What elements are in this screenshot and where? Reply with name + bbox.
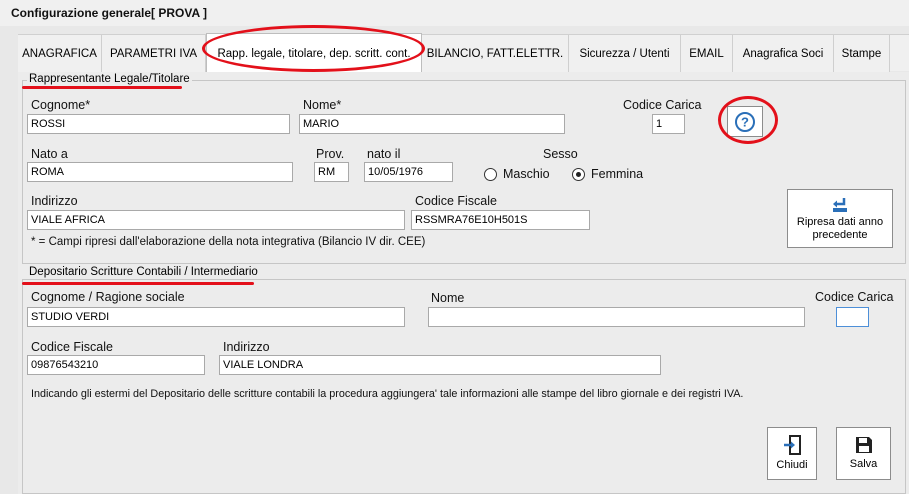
tab-bilancio[interactable]: BILANCIO, FATT.ELETTR. — [422, 35, 569, 72]
tab-parametri-iva[interactable]: PARAMETRI IVA — [102, 35, 206, 72]
maschio-label: Maschio — [503, 167, 550, 181]
nato-a-label: Nato a — [31, 147, 68, 161]
highlight-oval-help — [718, 96, 778, 144]
save-button[interactable]: Salva — [836, 427, 891, 480]
highlight-oval-tab — [202, 25, 425, 72]
femmina-radio[interactable] — [572, 168, 585, 181]
dep-indirizzo-label: Indirizzo — [223, 340, 270, 354]
note-text: * = Campi ripresi dall'elaborazione dell… — [31, 236, 426, 248]
codice-carica-label: Codice Carica — [623, 98, 702, 112]
indirizzo-input[interactable] — [27, 210, 405, 230]
dep-codice-fiscale-label: Codice Fiscale — [31, 340, 113, 354]
nato-a-input[interactable] — [27, 162, 293, 182]
indirizzo-label: Indirizzo — [31, 194, 78, 208]
nato-il-input[interactable] — [364, 162, 453, 182]
window-titlebar: Configurazione generale [ PROVA ] — [0, 0, 909, 26]
femmina-label: Femmina — [591, 167, 644, 181]
company-name: [ PROVA ] — [151, 6, 207, 20]
highlight-underline-depositario — [22, 282, 254, 285]
codice-fiscale-input[interactable] — [411, 210, 590, 230]
ripresa-dati-button[interactable]: Ripresa dati anno precedente — [787, 189, 893, 248]
ragione-sociale-input[interactable] — [27, 307, 405, 327]
exit-icon — [784, 435, 801, 455]
depositario-group-title: Depositario Scritture Contabili / Interm… — [27, 266, 260, 278]
tab-email[interactable]: EMAIL — [681, 35, 733, 72]
close-button[interactable]: Chiudi — [767, 427, 817, 480]
codice-carica-input[interactable] — [652, 114, 685, 134]
tab-bar: ANAGRAFICA PARAMETRI IVA Rapp. legale, t… — [18, 33, 909, 73]
tab-sicurezza[interactable]: Sicurezza / Utenti — [569, 35, 681, 72]
dep-codice-carica-input[interactable] — [836, 307, 869, 327]
tab-anagrafica[interactable]: ANAGRAFICA — [18, 35, 102, 72]
prov-input[interactable] — [314, 162, 349, 182]
cognome-input[interactable] — [27, 114, 290, 134]
cognome-label: Cognome* — [31, 98, 91, 112]
dep-indirizzo-input[interactable] — [219, 355, 661, 375]
close-label: Chiudi — [776, 459, 808, 471]
highlight-underline-legal — [22, 86, 182, 89]
tab-stampe[interactable]: Stampe — [834, 35, 890, 72]
import-icon — [833, 197, 847, 212]
dep-nome-label: Nome — [431, 291, 465, 305]
ripresa-dati-label: Ripresa dati anno precedente — [796, 215, 884, 241]
sesso-label: Sesso — [543, 147, 578, 161]
tab-anagrafica-soci[interactable]: Anagrafica Soci — [733, 35, 834, 72]
dep-nome-input[interactable] — [428, 307, 805, 327]
nato-il-label: nato il — [367, 147, 401, 161]
dep-codice-fiscale-input[interactable] — [27, 355, 205, 375]
ragione-sociale-label: Cognome / Ragione sociale — [31, 290, 185, 304]
maschio-radio[interactable] — [484, 168, 497, 181]
nome-input[interactable] — [299, 114, 565, 134]
dep-codice-carica-label: Codice Carica — [815, 290, 894, 304]
save-label: Salva — [849, 458, 878, 470]
floppy-disk-icon — [855, 437, 872, 453]
nome-label: Nome* — [303, 98, 342, 112]
window-title: Configurazione generale — [11, 6, 152, 20]
prov-label: Prov. — [316, 147, 345, 161]
depositario-info-text: Indicando gli estermi del Depositario de… — [31, 388, 744, 400]
codice-fiscale-label: Codice Fiscale — [415, 194, 497, 208]
legal-rep-group-title: Rappresentante Legale/Titolare — [27, 73, 192, 85]
